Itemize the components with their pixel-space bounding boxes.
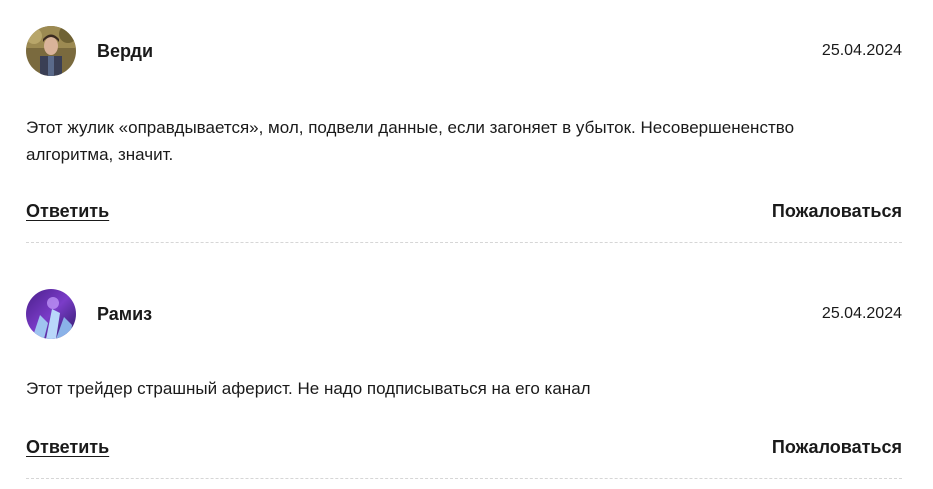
- reply-link[interactable]: Ответить: [26, 437, 109, 458]
- comment-item: Рамиз 25.04.2024 Этот трейдер страшный а…: [26, 289, 902, 463]
- comment-header: Рамиз 25.04.2024: [26, 289, 902, 339]
- report-link[interactable]: Пожаловаться: [772, 437, 902, 458]
- comment-date: 25.04.2024: [821, 42, 902, 59]
- comment-actions: Ответить Пожаловаться: [26, 201, 902, 227]
- comment-text: Этот жулик «оправдывается», мол, подвели…: [26, 118, 795, 164]
- comment-item: Верди 25.04.2024 Этот жулик «оправдывает…: [26, 26, 902, 227]
- comment-header: Верди 25.04.2024: [26, 26, 902, 76]
- report-link[interactable]: Пожаловаться: [772, 201, 902, 222]
- comment-actions: Ответить Пожаловаться: [26, 437, 902, 463]
- avatar-photo: [26, 289, 76, 339]
- comment-text: Этот трейдер страшный аферист. Не надо п…: [26, 379, 591, 398]
- avatar-photo: [26, 26, 76, 76]
- avatar: [26, 289, 76, 339]
- reply-link[interactable]: Ответить: [26, 201, 109, 222]
- author-name: Верди: [97, 41, 154, 61]
- avatar: [26, 26, 76, 76]
- comment-divider: [26, 478, 902, 479]
- comment-date: 25.04.2024: [821, 305, 902, 322]
- author-name: Рамиз: [97, 304, 153, 324]
- comment-divider: [26, 242, 902, 243]
